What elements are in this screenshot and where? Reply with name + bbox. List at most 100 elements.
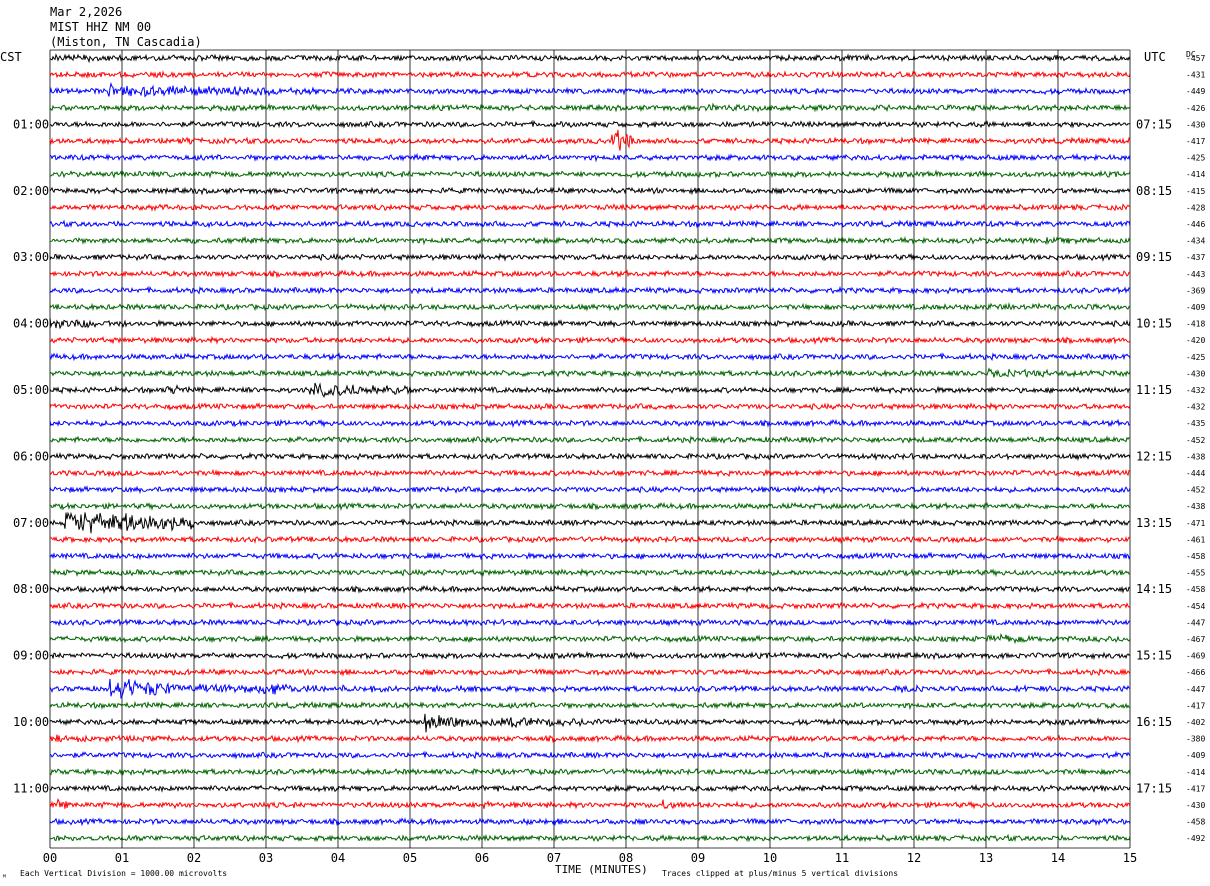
dc-offset-label: -452 (1186, 486, 1205, 495)
x-tick-label: 12 (907, 851, 921, 865)
dc-offset-label: -438 (1186, 502, 1205, 511)
dc-offset-label: -432 (1186, 386, 1205, 395)
trace-46 (49, 817, 1131, 827)
dc-offset-label: -430 (1186, 801, 1205, 810)
x-tick-label: 01 (115, 851, 129, 865)
trace-42 (49, 750, 1131, 760)
trace-31 (49, 568, 1131, 578)
trace-23 (49, 435, 1131, 445)
header-station: MIST HHZ NM 00 (50, 20, 151, 34)
trace-34 (49, 618, 1131, 628)
right-hour-label: 07:15 (1136, 117, 1172, 131)
trace-33 (49, 601, 1131, 611)
trace-18 (49, 352, 1131, 362)
dc-offset-label: -452 (1186, 436, 1205, 445)
dc-offset-label: -414 (1186, 170, 1205, 179)
dc-offset-label: -417 (1186, 784, 1205, 793)
dc-offset-label: -432 (1186, 403, 1205, 412)
right-hour-label: 13:15 (1136, 516, 1172, 530)
trace-28 (49, 511, 1131, 534)
trace-45 (49, 797, 1131, 810)
dc-offset-label: -457 (1186, 54, 1205, 63)
dc-offset-label: -444 (1186, 469, 1205, 478)
trace-17 (49, 335, 1131, 346)
trace-6 (49, 152, 1131, 163)
trace-25 (49, 468, 1131, 478)
dc-offset-label: -417 (1186, 137, 1205, 146)
trace-group (49, 53, 1131, 843)
dc-offset-label: -458 (1186, 818, 1205, 827)
left-hour-label: 07:00 (13, 516, 49, 530)
header-date: Mar 2,2026 (50, 5, 122, 19)
trace-27 (49, 501, 1131, 512)
right-hour-label: 10:15 (1136, 317, 1172, 331)
dc-offset-label: -431 (1186, 71, 1205, 80)
trace-32 (49, 584, 1131, 595)
x-tick-label: 06 (475, 851, 489, 865)
left-hour-label: 06:00 (13, 449, 49, 463)
x-tick-label: 02 (187, 851, 201, 865)
trace-41 (49, 734, 1131, 744)
trace-9 (49, 203, 1131, 212)
left-hour-label: 09:00 (13, 649, 49, 663)
x-tick-label: 11 (835, 851, 849, 865)
trace-30 (49, 551, 1131, 561)
seismogram-plot: Mar 2,2026 MIST HHZ NM 00 (Miston, TN Ca… (0, 5, 1205, 882)
corner-mark: ᴹ (2, 873, 7, 882)
dc-offset-label: -417 (1186, 701, 1205, 710)
dc-offset-label: -447 (1186, 618, 1205, 627)
dc-offset-label: -435 (1186, 419, 1205, 428)
dc-offset-label: -415 (1186, 187, 1205, 196)
dc-offset-label: -443 (1186, 270, 1205, 279)
trace-1 (49, 70, 1131, 79)
x-tick-label: 03 (259, 851, 273, 865)
left-hour-label: 02:00 (13, 184, 49, 198)
dc-offset-label: -469 (1186, 652, 1205, 661)
dc-offset-label: -380 (1186, 735, 1205, 744)
trace-5 (49, 129, 1131, 151)
dc-offset-label: -369 (1186, 286, 1205, 295)
right-timezone-label: UTC (1144, 50, 1166, 64)
dc-offset-label: -420 (1186, 336, 1205, 345)
trace-14 (49, 285, 1131, 295)
trace-2 (49, 81, 1131, 98)
dc-offset-label: -418 (1186, 320, 1205, 329)
dc-offset-label: -447 (1186, 685, 1205, 694)
trace-38 (49, 678, 1131, 700)
right-hour-label: 16:15 (1136, 715, 1172, 729)
right-hour-label: 17:15 (1136, 781, 1172, 795)
left-hour-label: 10:00 (13, 715, 49, 729)
left-hour-label: 03:00 (13, 250, 49, 264)
header-location: (Miston, TN Cascadia) (50, 35, 202, 49)
trace-39 (49, 700, 1131, 711)
trace-36 (49, 650, 1131, 661)
trace-7 (49, 169, 1131, 179)
x-tick-label: 10 (763, 851, 777, 865)
dc-offset-label: -425 (1186, 353, 1205, 362)
dc-offset-label: -455 (1186, 569, 1205, 578)
dc-offset-label: -409 (1186, 303, 1205, 312)
left-hour-label: 11:00 (13, 781, 49, 795)
trace-40 (49, 713, 1131, 733)
x-tick-label: 04 (331, 851, 345, 865)
dc-offset-label: -454 (1186, 602, 1205, 611)
x-axis-title: TIME (MINUTES) (555, 863, 648, 876)
trace-11 (49, 235, 1131, 246)
right-hour-label: 14:15 (1136, 582, 1172, 596)
dc-offset-label: -446 (1186, 220, 1205, 229)
dc-offset-labels: -457 -431 -449 -426 -430 -417 -425 -414 -415 -428… (1186, 54, 1205, 843)
x-tick-label: 09 (691, 851, 705, 865)
dc-offset-label: -426 (1186, 104, 1205, 113)
dc-offset-label: -425 (1186, 154, 1205, 163)
trace-10 (49, 219, 1131, 229)
trace-15 (49, 302, 1131, 312)
dc-offset-label: -461 (1186, 535, 1205, 544)
dc-offset-label: -449 (1186, 87, 1205, 96)
x-tick-label: 13 (979, 851, 993, 865)
right-hour-labels: 07:15 08:15 09:15 10:15 11:15 12:15 13:15 14:15… (1136, 117, 1172, 795)
left-hour-label: 05:00 (13, 383, 49, 397)
time-grid (49, 49, 1131, 849)
trace-19 (49, 367, 1131, 378)
trace-35 (49, 632, 1131, 645)
dc-offset-label: -430 (1186, 369, 1205, 378)
